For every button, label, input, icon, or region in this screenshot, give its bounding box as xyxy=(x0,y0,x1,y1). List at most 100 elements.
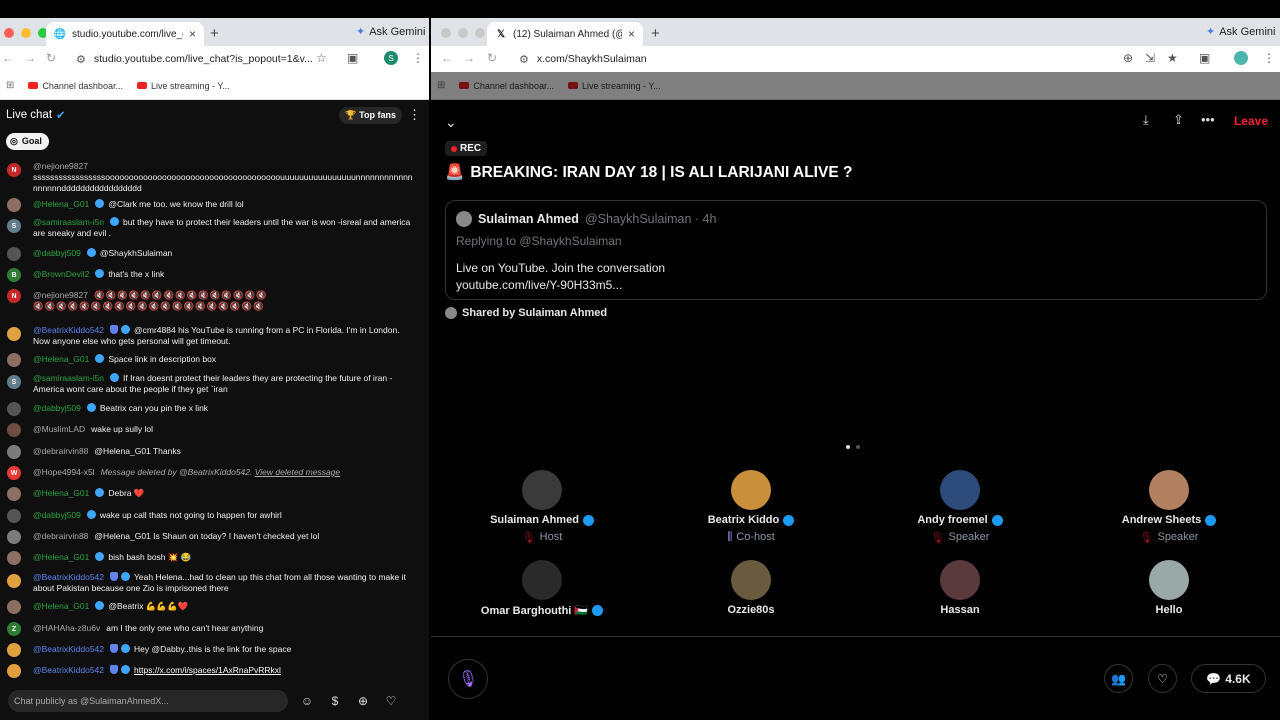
tab-youtube-chat[interactable]: 🌐 studio.youtube.com/live_chat × xyxy=(46,22,204,46)
share-icon[interactable]: ⇪ xyxy=(1173,112,1184,128)
bookmarks-bar: ⊞ Channel dashboar... Live streaming - Y… xyxy=(0,72,429,100)
sidepanel-icon[interactable]: ▣ xyxy=(1199,51,1210,65)
participant-listener[interactable]: Ozzie80s xyxy=(671,560,831,616)
close-tab-icon[interactable]: × xyxy=(189,27,196,41)
space-controls: 🎙 👥 ♡ 💬 4.6K xyxy=(431,636,1280,720)
close-window-button[interactable] xyxy=(4,28,14,38)
chevron-down-icon[interactable]: ⌄ xyxy=(445,114,457,131)
bookmark-star-icon[interactable]: ☆ xyxy=(316,51,327,65)
page-dot[interactable] xyxy=(856,445,860,449)
replies-count-button[interactable]: 💬 4.6K xyxy=(1191,664,1266,693)
close-tab-icon[interactable]: × xyxy=(628,27,635,41)
back-icon[interactable]: ← xyxy=(2,51,14,65)
menu-icon[interactable]: ⋮ xyxy=(412,51,424,65)
minimize-dock-icon[interactable]: ⤓ xyxy=(1143,112,1149,128)
author-name[interactable]: @dabbyj509 xyxy=(33,403,81,413)
participant-listener[interactable]: Hello xyxy=(1089,560,1249,616)
author-name[interactable]: @MuslimLAD xyxy=(33,424,85,434)
reload-icon[interactable]: ↻ xyxy=(487,51,497,65)
participant-listener[interactable]: Hassan xyxy=(880,560,1040,616)
participant-cohost[interactable]: Beatrix Kiddo ⫼ Co-host xyxy=(671,470,831,544)
author-name[interactable]: @HAHAha-z8u6v xyxy=(33,623,100,633)
top-fans-button[interactable]: 🏆 Top fans xyxy=(338,106,402,124)
author-name[interactable]: @debrairvin88 xyxy=(33,446,88,456)
author-name[interactable]: @Helena_G01 xyxy=(33,601,89,611)
super-chat-icon[interactable]: $ xyxy=(326,692,344,710)
reload-icon[interactable]: ↻ xyxy=(46,51,56,65)
new-tab-button[interactable]: + xyxy=(651,25,660,42)
participant-listener[interactable]: Omar Barghouthi 🇵🇸 xyxy=(462,560,622,617)
site-settings-icon[interactable]: ⚙ xyxy=(519,53,529,66)
bookmark-channel-dashboard[interactable]: Channel dashboar... xyxy=(459,81,554,91)
people-button[interactable]: 👥 xyxy=(1104,664,1133,693)
ask-gemini-button[interactable]: ✦ Ask Gemini xyxy=(356,25,425,39)
new-tab-button[interactable]: + xyxy=(210,25,219,42)
minimize-window-button[interactable] xyxy=(21,28,31,38)
sidepanel-icon[interactable]: ▣ xyxy=(347,51,358,65)
ask-gemini-button[interactable]: ✦ Ask Gemini xyxy=(1206,25,1275,39)
tab-x-profile[interactable]: 𝕏 (12) Sulaiman Ahmed (@Shay × xyxy=(487,22,643,46)
author-name[interactable]: @samiraaslam-i5n xyxy=(33,373,104,383)
view-deleted-message-link[interactable]: View deleted message xyxy=(255,467,340,477)
profile-avatar[interactable]: S xyxy=(384,51,398,65)
install-icon[interactable]: ⇲ xyxy=(1145,51,1155,65)
bookmark-live-streaming[interactable]: Live streaming - Y... xyxy=(136,81,230,91)
menu-icon[interactable]: ⋮ xyxy=(1263,51,1275,65)
bookmark-live-streaming[interactable]: Live streaming - Y... xyxy=(567,81,661,91)
author-name[interactable]: @Helena_G01 xyxy=(33,354,89,364)
participant-speaker[interactable]: Andy froemel 🎙 Speaker xyxy=(880,470,1040,544)
zoom-icon[interactable]: ⊕ xyxy=(1123,51,1133,65)
author-name[interactable]: @Helena_G01 xyxy=(33,552,89,562)
author-name[interactable]: @Hope4994-x5l xyxy=(33,467,95,477)
bookmark-channel-dashboard[interactable]: Channel dashboar... xyxy=(28,81,123,91)
author-name[interactable]: @BrownDevil2 xyxy=(33,269,89,279)
post-author-name[interactable]: Sulaiman Ahmed xyxy=(478,212,579,226)
author-name[interactable]: @BeatrixKiddo542 xyxy=(33,325,104,335)
pinned-post-card[interactable]: Sulaiman Ahmed @ShaykhSulaiman · 4h Reply… xyxy=(445,200,1267,300)
microphone-button[interactable]: 🎙 xyxy=(448,659,488,699)
heart-icon[interactable]: ♡ xyxy=(382,692,400,710)
forward-icon[interactable]: → xyxy=(463,51,475,65)
space-title: 🚨 BREAKING: IRAN DAY 18 | IS ALI LARIJANI… xyxy=(445,163,852,182)
author-name[interactable]: @dabbyj509 xyxy=(33,248,81,258)
more-options-icon[interactable]: ••• xyxy=(1201,112,1215,127)
author-name[interactable]: @dabbyj509 xyxy=(33,510,81,520)
add-icon[interactable]: ⊕ xyxy=(354,692,372,710)
author-name[interactable]: @BeatrixKiddo542 xyxy=(33,644,104,654)
forward-icon[interactable]: → xyxy=(24,51,36,65)
author-name[interactable]: @Helena_G01 xyxy=(33,488,89,498)
leave-button[interactable]: Leave xyxy=(1234,114,1268,128)
apps-grid-icon[interactable]: ⊞ xyxy=(437,80,445,91)
author-name[interactable]: @Helena_G01 xyxy=(33,199,89,209)
back-icon[interactable]: ← xyxy=(441,51,453,65)
more-options-icon[interactable]: ⋮ xyxy=(408,107,421,123)
page-indicator xyxy=(846,445,860,449)
goal-button[interactable]: ◎ Goal xyxy=(6,132,49,150)
minimize-window-button[interactable] xyxy=(458,28,468,38)
participant-host[interactable]: Sulaiman Ahmed 🎙 Host xyxy=(462,470,622,544)
address-bar[interactable]: ⚙ studio.youtube.com/live_chat?is_popout… xyxy=(68,49,313,69)
author-name[interactable]: @nejione9827 xyxy=(33,161,88,171)
post-link[interactable]: youtube.com/live/Y-90H33m5... xyxy=(456,278,622,292)
page-dot[interactable] xyxy=(846,445,850,449)
apps-grid-icon[interactable]: ⊞ xyxy=(6,80,14,91)
reactions-button[interactable]: ♡ xyxy=(1148,664,1177,693)
author-name[interactable]: @samiraaslam-i5n xyxy=(33,217,104,227)
close-window-button[interactable] xyxy=(441,28,451,38)
profile-avatar[interactable] xyxy=(1234,51,1248,65)
chat-message-list[interactable]: N @nejione9827 sssssssssssssssssoooooooooo… xyxy=(0,160,429,680)
site-settings-icon[interactable]: ⚙ xyxy=(76,53,86,66)
moderator-shield-icon xyxy=(110,572,119,582)
author-name[interactable]: @BeatrixKiddo542 xyxy=(33,572,104,582)
author-name[interactable]: @debrairvin88 xyxy=(33,531,88,541)
space-link[interactable]: https://x.com/i/spaces/1AxRnaPvRRkxl xyxy=(134,665,281,675)
address-bar[interactable]: ⚙ x.com/ShaykhSulaiman xyxy=(511,49,1111,69)
author-name[interactable]: @nejione9827 xyxy=(33,290,88,300)
emoji-icon[interactable]: ☺ xyxy=(298,692,316,710)
author-name[interactable]: @BeatrixKiddo542 xyxy=(33,665,104,675)
zoom-window-button[interactable] xyxy=(475,28,485,38)
bookmark-star-icon[interactable]: ★ xyxy=(1167,51,1178,65)
chat-input[interactable]: Chat publicly as @SulaimanAhmedX... xyxy=(8,690,288,712)
speaking-icon: ⫼ xyxy=(727,531,733,543)
participant-speaker[interactable]: Andrew Sheets 🎙 Speaker xyxy=(1089,470,1249,544)
